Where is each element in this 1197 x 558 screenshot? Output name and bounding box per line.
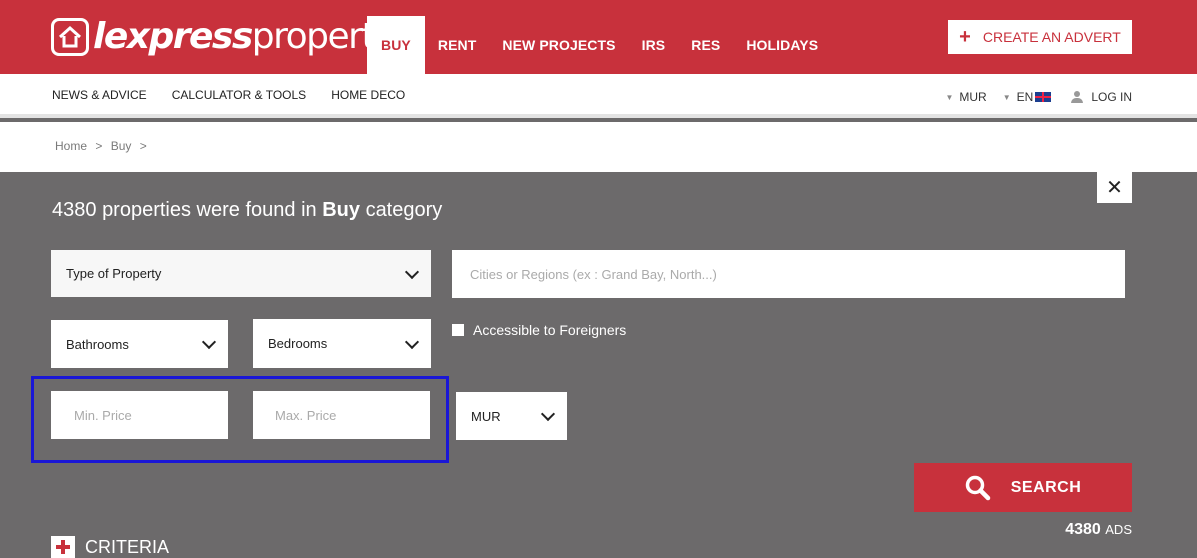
logo-bold-text: lexpress xyxy=(93,16,253,57)
breadcrumb: Home > Buy > xyxy=(55,139,152,153)
user-icon xyxy=(1071,91,1084,103)
ads-number: 4380 xyxy=(1065,521,1101,538)
accessible-to-foreigners-checkbox[interactable]: Accessible to Foreigners xyxy=(452,322,626,338)
max-price-input[interactable]: Max. Price xyxy=(253,391,430,439)
subnav-calculator-tools[interactable]: CALCULATOR & TOOLS xyxy=(172,88,307,102)
search-label: SEARCH xyxy=(1010,478,1082,496)
breadcrumb-separator: > xyxy=(139,139,147,153)
breadcrumb-home[interactable]: Home xyxy=(55,139,87,153)
price-currency-select[interactable]: MUR xyxy=(456,392,567,440)
chevron-down-icon xyxy=(201,334,217,350)
close-button[interactable]: ✕ xyxy=(1097,172,1132,203)
chevron-down-icon xyxy=(404,334,420,349)
criteria-label: CRITERIA xyxy=(85,536,170,557)
cities-regions-placeholder: Cities or Regions (ex : Grand Bay, North… xyxy=(470,266,717,282)
bedrooms-label: Bedrooms xyxy=(268,336,328,351)
min-price-placeholder: Min. Price xyxy=(74,407,132,423)
caret-down-icon: ▼ xyxy=(945,92,954,102)
bathrooms-select[interactable]: Bathrooms xyxy=(51,320,228,368)
min-price-input[interactable]: Min. Price xyxy=(51,391,228,439)
login-link[interactable]: LOG IN xyxy=(1071,90,1132,104)
type-of-property-select[interactable]: Type of Property xyxy=(51,250,431,297)
ads-count: 4380 ADS xyxy=(1065,521,1132,539)
accessible-to-foreigners-label: Accessible to Foreigners xyxy=(473,322,627,338)
search-panel: ✕ 4380 properties were found in Buy cate… xyxy=(0,172,1197,558)
plus-icon xyxy=(51,536,75,558)
main-nav: BUY RENT NEW PROJECTS IRS RES HOLIDAYS xyxy=(367,16,831,74)
results-category: Buy xyxy=(322,199,360,221)
secondary-nav: NEWS & ADVICE CALCULATOR & TOOLS HOME DE… xyxy=(52,88,430,102)
nav-new-projects[interactable]: NEW PROJECTS xyxy=(489,16,628,74)
nav-holidays[interactable]: HOLIDAYS xyxy=(733,16,831,74)
plus-icon: + xyxy=(959,26,971,48)
nav-res[interactable]: RES xyxy=(678,16,733,74)
utility-links: ▼ MUR ▼ EN LOG IN xyxy=(929,90,1132,104)
chevron-down-icon xyxy=(540,406,556,422)
type-of-property-label: Type of Property xyxy=(66,266,162,281)
subnav-news-advice[interactable]: NEWS & ADVICE xyxy=(52,88,147,102)
house-logo-icon xyxy=(51,18,89,56)
nav-buy[interactable]: BUY xyxy=(367,16,425,74)
results-text: properties were found in xyxy=(102,199,317,221)
results-text-end: category xyxy=(365,199,443,221)
breadcrumb-buy[interactable]: Buy xyxy=(111,139,132,153)
language-selector[interactable]: ▼ EN xyxy=(1003,90,1052,104)
chevron-down-icon xyxy=(404,264,420,279)
price-currency-label: MUR xyxy=(471,408,501,424)
search-button[interactable]: SEARCH xyxy=(914,463,1132,512)
create-advert-button[interactable]: + CREATE AN ADVERT xyxy=(948,20,1132,54)
criteria-toggle[interactable]: CRITERIA xyxy=(51,536,169,558)
bedrooms-select[interactable]: Bedrooms xyxy=(253,319,431,368)
create-advert-label: CREATE AN ADVERT xyxy=(982,29,1121,45)
caret-down-icon: ▼ xyxy=(1002,92,1011,102)
nav-irs[interactable]: IRS xyxy=(629,16,679,74)
cities-regions-input[interactable]: Cities or Regions (ex : Grand Bay, North… xyxy=(452,250,1125,298)
site-logo[interactable]: lexpressproperty xyxy=(51,14,395,60)
language-label: EN xyxy=(1016,90,1034,104)
uk-flag-icon xyxy=(1035,92,1052,102)
bathrooms-label: Bathrooms xyxy=(66,336,129,352)
top-bar: lexpressproperty BUY RENT NEW PROJECTS I… xyxy=(0,0,1197,74)
results-summary: 4380 properties were found in Buy catego… xyxy=(52,199,442,222)
login-label: LOG IN xyxy=(1091,90,1132,104)
currency-selector[interactable]: ▼ MUR xyxy=(945,90,986,104)
nav-rent[interactable]: RENT xyxy=(425,16,490,74)
breadcrumb-area: Home > Buy > xyxy=(0,122,1197,172)
results-count: 4380 xyxy=(52,199,97,221)
secondary-bar: NEWS & ADVICE CALCULATOR & TOOLS HOME DE… xyxy=(0,74,1197,118)
checkbox-box[interactable] xyxy=(452,324,464,336)
subnav-home-deco[interactable]: HOME DECO xyxy=(331,88,405,102)
search-icon xyxy=(965,475,990,500)
currency-label: MUR xyxy=(959,90,987,104)
max-price-placeholder: Max. Price xyxy=(275,407,337,423)
ads-label: ADS xyxy=(1105,522,1132,537)
breadcrumb-separator: > xyxy=(95,139,103,153)
